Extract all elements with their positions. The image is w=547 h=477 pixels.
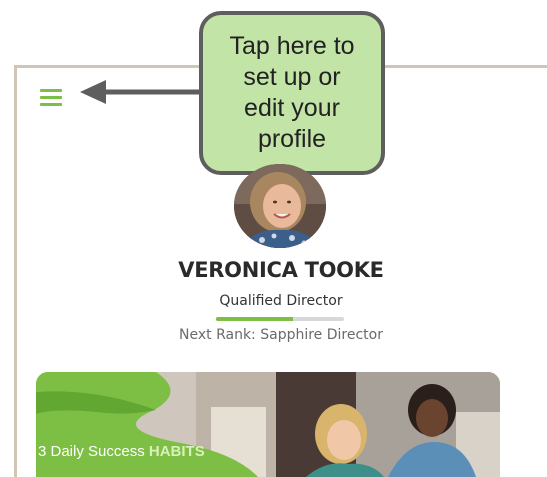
profile-photo: [234, 164, 326, 248]
pointer-arrow-icon: [80, 80, 208, 104]
avatar[interactable]: [234, 164, 326, 248]
success-habits-banner[interactable]: 3 Daily Success HABITS: [36, 372, 500, 477]
banner-title-highlight: HABITS: [148, 443, 205, 460]
banner-title: 3 Daily Success HABITS: [38, 443, 205, 460]
tooltip-callout: Tap here to set up or edit your profile: [199, 11, 385, 175]
tooltip-text: Tap here to set up or edit your profile: [229, 32, 355, 153]
current-rank: Qualified Director: [219, 293, 343, 309]
rank-progress-fill: [216, 317, 293, 321]
banner-title-prefix: 3 Daily Success: [38, 443, 149, 460]
rank-progress-bar: [216, 317, 344, 321]
hamburger-menu-icon[interactable]: [38, 86, 64, 108]
screenshot-page: Tap here to set up or edit your profile …: [0, 0, 547, 477]
banner-image: [36, 372, 500, 477]
profile-name: VERONICA TOOKE: [178, 258, 384, 282]
next-rank-label: Next Rank: Sapphire Director: [179, 327, 383, 343]
